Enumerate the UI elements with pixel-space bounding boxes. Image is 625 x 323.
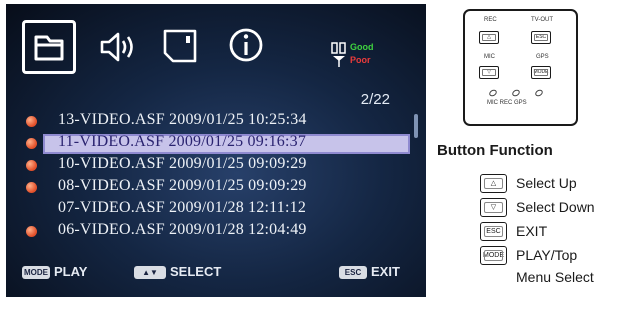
esc-key-icon: ESC — [480, 222, 507, 241]
select-hint: SELECT — [170, 264, 222, 279]
down-key-icon: ▽ — [480, 198, 507, 217]
remote-up-button[interactable]: △ — [479, 31, 499, 44]
page-counter: 2/22 — [360, 91, 390, 108]
file-list: 13-VIDEO.ASF 2009/01/25 10:25:34 11-VIDE… — [26, 111, 411, 244]
device-screen: Good Poor 2/22 13-VIDEO.ASF 2009/01/25 1… — [6, 4, 426, 297]
remote-label-mic: MIC — [484, 54, 495, 60]
sd-card-icon[interactable] — [162, 28, 198, 68]
antenna-icon — [333, 56, 345, 67]
list-item[interactable]: 06-VIDEO.ASF 2009/01/28 12:04:49 — [26, 221, 411, 241]
exit-hint: EXIT — [371, 264, 400, 279]
file-entry: 08-VIDEO.ASF 2009/01/25 09:09:29 — [58, 177, 307, 194]
list-item[interactable]: 10-VIDEO.ASF 2009/01/25 09:09:29 — [26, 155, 411, 175]
arrow-keys: ▲▼ — [134, 266, 166, 279]
file-entry: 13-VIDEO.ASF 2009/01/25 10:25:34 — [58, 111, 307, 128]
tab-bar: Good Poor — [6, 4, 426, 84]
remote-down-button[interactable]: ▽ — [479, 66, 499, 79]
remote-esc-button[interactable]: ESC — [531, 31, 551, 44]
legend-text: EXIT — [516, 223, 548, 239]
record-dot-icon — [26, 182, 37, 193]
up-key-icon: △ — [480, 174, 507, 193]
file-entry: 11-VIDEO.ASF 2009/01/25 09:16:37 — [58, 133, 307, 150]
remote-label-gps: GPS — [536, 54, 549, 60]
signal-good-label: Good — [350, 42, 374, 52]
list-item[interactable]: 07-VIDEO.ASF 2009/01/28 12:11:12 — [26, 199, 411, 219]
file-entry: 07-VIDEO.ASF 2009/01/28 12:11:12 — [58, 199, 307, 216]
record-dot-icon — [26, 226, 37, 237]
info-icon[interactable] — [228, 27, 264, 67]
remote-mode-button[interactable]: MODE — [531, 66, 551, 79]
file-entry: 10-VIDEO.ASF 2009/01/25 09:09:29 — [58, 155, 307, 172]
folder-icon[interactable] — [22, 20, 76, 74]
legend-text: Select Up — [516, 175, 577, 191]
legend-text: Select Down — [516, 199, 595, 215]
list-item[interactable]: 08-VIDEO.ASF 2009/01/25 09:09:29 — [26, 177, 411, 197]
button-function-title: Button Function — [437, 142, 553, 159]
signal-legend: Good Poor — [331, 42, 391, 72]
signal-poor-label: Poor — [350, 55, 371, 65]
legend-text: PLAY/Top — [516, 247, 578, 263]
record-dot-icon — [26, 160, 37, 171]
mode-key: MODE — [22, 266, 50, 279]
led-icon — [511, 88, 521, 98]
remote-label-tv-out: TV-OUT — [531, 17, 553, 23]
remote-led-labels: MIC REC GPS — [487, 100, 527, 106]
led-icon — [488, 88, 498, 98]
list-item[interactable]: 13-VIDEO.ASF 2009/01/25 10:25:34 — [26, 111, 411, 131]
bottom-hint-bar: MODE PLAY ▲▼ SELECT ESC EXIT — [6, 262, 426, 286]
record-dot-icon — [26, 138, 37, 149]
led-icon — [534, 88, 544, 98]
record-dot-icon — [26, 116, 37, 127]
remote-control-diagram: REC TV-OUT △ ESC MIC GPS ▽ MODE MIC REC … — [463, 9, 578, 126]
signal-good-icon — [331, 42, 346, 54]
speaker-icon[interactable] — [98, 30, 138, 68]
list-item-selected[interactable]: 11-VIDEO.ASF 2009/01/25 09:16:37 — [26, 133, 411, 154]
esc-key: ESC — [339, 266, 367, 279]
play-hint: PLAY — [54, 264, 88, 279]
legend-text-line2: Menu Select — [516, 269, 594, 285]
remote-label-rec: REC — [484, 17, 497, 23]
list-scrollbar[interactable] — [414, 114, 418, 138]
mode-key-icon: MODE — [480, 246, 507, 265]
file-entry: 06-VIDEO.ASF 2009/01/28 12:04:49 — [58, 221, 307, 238]
